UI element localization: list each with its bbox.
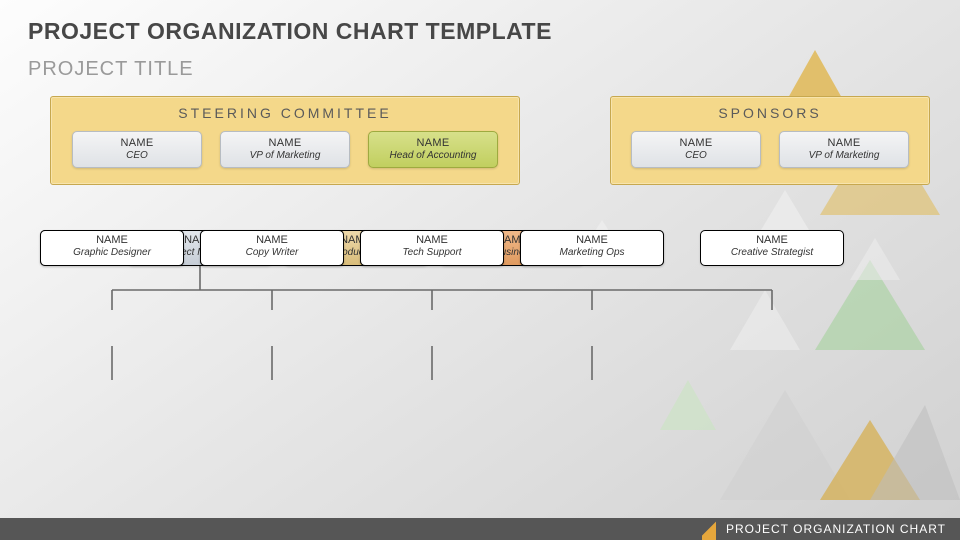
sponsors-title: SPONSORS xyxy=(611,97,929,131)
member-role: CEO xyxy=(79,150,195,161)
node-copy-writer: NAME Copy Writer xyxy=(200,230,344,266)
member-role: VP of Marketing xyxy=(227,150,343,161)
node-creative-strategist: NAME Creative Strategist xyxy=(700,230,844,266)
member-name: NAME xyxy=(786,137,902,149)
steering-member: NAME Head of Accounting xyxy=(368,131,498,168)
member-name: NAME xyxy=(79,137,195,149)
footer-bar: PROJECT ORGANIZATION CHART xyxy=(0,518,960,540)
node-role: Tech Support xyxy=(361,247,503,258)
node-name: NAME xyxy=(201,234,343,246)
steering-member: NAME VP of Marketing xyxy=(220,131,350,168)
steering-committee-title: STEERING COMMITTEE xyxy=(51,97,519,131)
connector-lines xyxy=(50,230,880,510)
member-name: NAME xyxy=(227,137,343,149)
sponsor-member: NAME CEO xyxy=(631,131,761,168)
footer-label: PROJECT ORGANIZATION CHART xyxy=(726,522,946,536)
node-name: NAME xyxy=(521,234,663,246)
steering-committee-panel: STEERING COMMITTEE NAME CEO NAME VP of M… xyxy=(50,96,520,185)
member-role: CEO xyxy=(638,150,754,161)
node-role: Marketing Ops xyxy=(521,247,663,258)
sponsors-panel: SPONSORS NAME CEO NAME VP of Marketing xyxy=(610,96,930,185)
node-tech-support: NAME Tech Support xyxy=(360,230,504,266)
node-name: NAME xyxy=(701,234,843,246)
member-role: VP of Marketing xyxy=(786,150,902,161)
page-title: PROJECT ORGANIZATION CHART TEMPLATE xyxy=(28,18,552,45)
member-name: NAME xyxy=(375,137,491,149)
steering-member: NAME CEO xyxy=(72,131,202,168)
node-name: NAME xyxy=(361,234,503,246)
node-role: Creative Strategist xyxy=(701,247,843,258)
project-title: PROJECT TITLE xyxy=(28,58,194,81)
sponsor-member: NAME VP of Marketing xyxy=(779,131,909,168)
node-role: Copy Writer xyxy=(201,247,343,258)
footer-accent-icon xyxy=(702,518,716,540)
node-name: NAME xyxy=(41,234,183,246)
node-marketing-ops: NAME Marketing Ops xyxy=(520,230,664,266)
node-graphic-designer: NAME Graphic Designer xyxy=(40,230,184,266)
member-role: Head of Accounting xyxy=(375,150,491,161)
org-chart: NAME Project Manager NAME Production NAM… xyxy=(50,230,880,510)
node-role: Graphic Designer xyxy=(41,247,183,258)
member-name: NAME xyxy=(638,137,754,149)
